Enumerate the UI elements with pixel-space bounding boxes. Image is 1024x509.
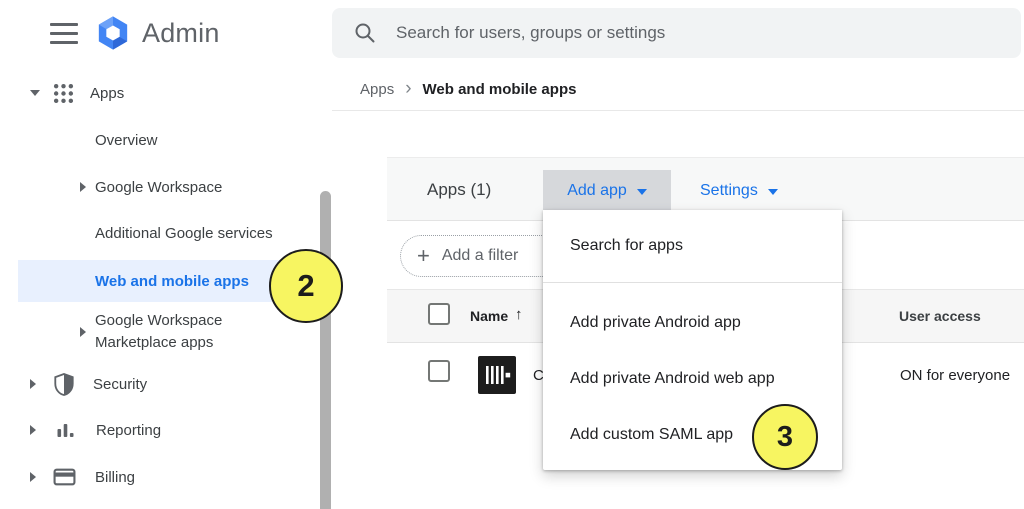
chevron-right-icon xyxy=(30,379,36,389)
app-tile-icon xyxy=(478,356,516,394)
header-divider xyxy=(332,110,1024,111)
chevron-right-icon xyxy=(30,425,36,435)
sidebar-scrollbar[interactable] xyxy=(320,191,331,509)
add-filter-label: Add a filter xyxy=(442,247,518,265)
menu-hamburger-icon[interactable] xyxy=(50,23,78,44)
chevron-down-icon xyxy=(637,189,647,195)
apps-grid-icon xyxy=(53,83,74,104)
sidebar-item-label: Apps xyxy=(90,85,124,102)
add-app-button[interactable]: Add app xyxy=(543,170,671,211)
menu-item-add-private-android-app[interactable]: Add private Android app xyxy=(543,295,842,351)
annotation-step-badge: 2 xyxy=(269,249,343,323)
chevron-right-icon xyxy=(80,327,86,337)
chevron-right-icon xyxy=(30,472,36,482)
add-app-label: Add app xyxy=(567,182,627,200)
sidebar-item-label-selected[interactable]: Web and mobile apps xyxy=(95,273,249,290)
apps-count-title: Apps (1) xyxy=(427,180,491,200)
google-admin-console: Admin Apps › Web and mobile apps Apps Ov… xyxy=(0,0,1024,509)
sidebar-item-apps-root[interactable]: Apps xyxy=(0,78,318,108)
sidebar-item-additional-google-services[interactable]: Additional Google services xyxy=(0,218,318,248)
sidebar-item-label: Overview xyxy=(95,132,158,149)
sidebar-item-label: Additional Google services xyxy=(95,225,273,242)
breadcrumb-parent[interactable]: Apps xyxy=(360,81,394,98)
chevron-down-icon xyxy=(768,189,778,195)
google-admin-logo-icon xyxy=(93,13,133,53)
sort-ascending-icon[interactable]: ↑ xyxy=(515,306,523,323)
bar-chart-icon xyxy=(55,422,76,439)
breadcrumb-current: Web and mobile apps xyxy=(423,81,577,98)
sidebar-item-label: Google Workspace xyxy=(95,179,222,196)
sidebar-item-label: Google Workspace Marketplace apps xyxy=(95,310,247,354)
menu-item-add-private-android-web-app[interactable]: Add private Android web app xyxy=(543,351,842,407)
menu-item-search-for-apps[interactable]: Search for apps xyxy=(543,210,842,283)
chevron-right-icon xyxy=(80,182,86,192)
breadcrumb: Apps › Web and mobile apps xyxy=(360,79,576,100)
shield-icon xyxy=(53,372,75,397)
sidebar-item-security[interactable]: Security xyxy=(0,369,318,399)
plus-icon: + xyxy=(417,246,430,266)
annotation-step-badge: 3 xyxy=(752,404,818,470)
sidebar-item-google-workspace[interactable]: Google Workspace xyxy=(0,172,318,202)
sidebar-item-label: Reporting xyxy=(96,422,161,439)
credit-card-icon xyxy=(53,468,76,486)
search-input[interactable] xyxy=(396,23,956,43)
sidebar-item-gw-marketplace-apps[interactable]: Google Workspace Marketplace apps xyxy=(0,310,318,354)
search-icon xyxy=(354,22,376,44)
sidebar-item-label: Billing xyxy=(95,469,135,486)
user-access-cell: ON for everyone xyxy=(900,367,1010,384)
settings-label: Settings xyxy=(700,182,758,200)
global-search[interactable] xyxy=(332,8,1021,58)
column-header-name[interactable]: Name xyxy=(470,308,508,324)
row-checkbox[interactable] xyxy=(428,360,450,382)
chevron-right-icon: › xyxy=(405,78,411,100)
sidebar-item-billing[interactable]: Billing xyxy=(0,462,318,492)
select-all-checkbox[interactable] xyxy=(428,303,450,325)
settings-button[interactable]: Settings xyxy=(700,170,778,211)
sidebar-item-label: Security xyxy=(93,376,147,393)
sidebar-item-reporting[interactable]: Reporting xyxy=(0,415,318,445)
column-header-user-access[interactable]: User access xyxy=(899,308,981,324)
chevron-down-icon xyxy=(30,90,40,96)
brand-title: Admin xyxy=(142,18,220,49)
sidebar-item-overview[interactable]: Overview xyxy=(0,125,318,155)
